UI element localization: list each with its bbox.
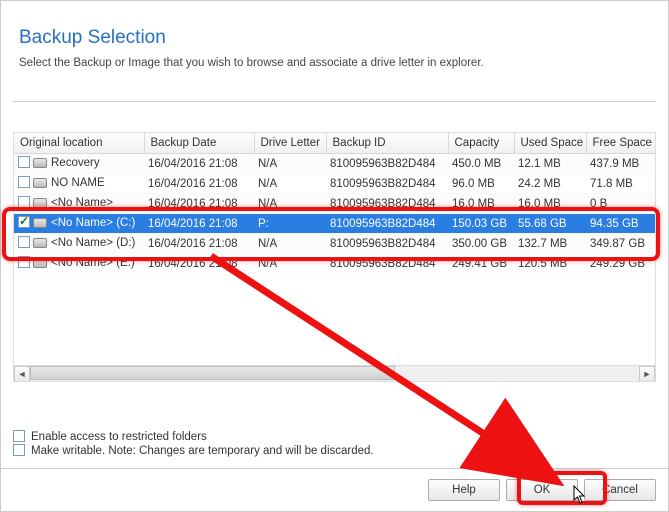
location-label: <No Name> (C:) <box>51 218 135 230</box>
location-label: <No Name> (D:) <box>51 238 135 250</box>
column-header[interactable]: Free Space <box>586 133 656 154</box>
column-header[interactable]: Original location <box>14 133 144 154</box>
cell: 249.29 GB <box>586 254 656 274</box>
horizontal-scrollbar[interactable]: ◄ ► <box>14 365 655 381</box>
row-select-checkbox[interactable] <box>18 256 30 268</box>
cell: P: <box>254 214 326 234</box>
cell: N/A <box>254 174 326 194</box>
cell: 16.0 MB <box>514 194 586 214</box>
scroll-left-button[interactable]: ◄ <box>14 366 30 382</box>
row-select-checkbox[interactable] <box>18 236 30 248</box>
cell: 810095963B82D484 <box>326 214 448 234</box>
cell: 249.41 GB <box>448 254 514 274</box>
location-label: <No Name> (E:) <box>51 258 135 270</box>
cell: N/A <box>254 234 326 254</box>
cell: 120.5 MB <box>514 254 586 274</box>
cell: 71.8 MB <box>586 174 656 194</box>
location-label: NO NAME <box>51 178 105 190</box>
row-select-checkbox[interactable] <box>18 156 30 168</box>
cell: N/A <box>254 254 326 274</box>
column-header[interactable]: Drive Letter <box>254 133 326 154</box>
drive-icon <box>33 238 47 248</box>
cell: 16/04/2016 21:08 <box>144 174 254 194</box>
cell: 450.0 MB <box>448 154 514 174</box>
cell: N/A <box>254 194 326 214</box>
table-row[interactable]: <No Name> (E:) 16/04/2016 21:08N/A8100959… <box>14 254 656 274</box>
table-row[interactable]: Recovery 16/04/2016 21:08N/A810095963B82D… <box>14 154 656 174</box>
table-row[interactable]: <No Name> 16/04/2016 21:08N/A810095963B82… <box>14 194 656 214</box>
location-label: Recovery <box>51 158 100 170</box>
cell: 810095963B82D484 <box>326 154 448 174</box>
column-header[interactable]: Backup Date <box>144 133 254 154</box>
drive-icon <box>33 178 47 188</box>
cell: 0 B <box>586 194 656 214</box>
cancel-button[interactable]: Cancel <box>584 479 656 501</box>
cell: 16.0 MB <box>448 194 514 214</box>
cell: 350.00 GB <box>448 234 514 254</box>
cell: 96.0 MB <box>448 174 514 194</box>
cell: 132.7 MB <box>514 234 586 254</box>
cell: 16/04/2016 21:08 <box>144 254 254 274</box>
cell: 437.9 MB <box>586 154 656 174</box>
backup-table: Original locationBackup DateDrive Letter… <box>13 132 656 382</box>
cell: 16/04/2016 21:08 <box>144 214 254 234</box>
cell: 810095963B82D484 <box>326 254 448 274</box>
help-button[interactable]: Help <box>428 479 500 501</box>
make-writable-label: Make writable. Note: Changes are tempora… <box>31 445 374 457</box>
column-header[interactable]: Capacity <box>448 133 514 154</box>
row-select-checkbox[interactable] <box>18 196 30 208</box>
column-header[interactable]: Backup ID <box>326 133 448 154</box>
row-select-checkbox[interactable] <box>18 176 30 188</box>
table-row[interactable]: NO NAME 16/04/2016 21:08N/A810095963B82D4… <box>14 174 656 194</box>
cell: 24.2 MB <box>514 174 586 194</box>
location-label: <No Name> <box>51 198 113 210</box>
page-title: Backup Selection <box>19 27 650 49</box>
drive-icon <box>33 198 47 208</box>
page-subtitle: Select the Backup or Image that you wish… <box>19 57 650 69</box>
drive-icon <box>33 258 47 268</box>
divider <box>1 468 668 469</box>
cell: 16/04/2016 21:08 <box>144 234 254 254</box>
restricted-folders-checkbox[interactable] <box>13 430 25 442</box>
table-row[interactable]: <No Name> (C:) 16/04/2016 21:08P:81009596… <box>14 214 656 234</box>
cell: 94.35 GB <box>586 214 656 234</box>
restricted-folders-label: Enable access to restricted folders <box>31 431 207 443</box>
cell: 16/04/2016 21:08 <box>144 154 254 174</box>
drive-icon <box>33 158 47 168</box>
row-select-checkbox[interactable] <box>18 216 30 228</box>
scroll-thumb[interactable] <box>30 366 395 380</box>
drive-icon <box>33 218 47 228</box>
table-row[interactable]: <No Name> (D:) 16/04/2016 21:08N/A8100959… <box>14 234 656 254</box>
cell: 150.03 GB <box>448 214 514 234</box>
make-writable-checkbox[interactable] <box>13 444 25 456</box>
cell: 12.1 MB <box>514 154 586 174</box>
cell: N/A <box>254 154 326 174</box>
cell: 810095963B82D484 <box>326 234 448 254</box>
cell: 810095963B82D484 <box>326 174 448 194</box>
column-header[interactable]: Used Space <box>514 133 586 154</box>
scroll-right-button[interactable]: ► <box>639 366 655 382</box>
divider <box>13 101 656 102</box>
cell: 349.87 GB <box>586 234 656 254</box>
cell: 810095963B82D484 <box>326 194 448 214</box>
cell: 55.68 GB <box>514 214 586 234</box>
cell: 16/04/2016 21:08 <box>144 194 254 214</box>
ok-button[interactable]: OK <box>506 479 578 501</box>
